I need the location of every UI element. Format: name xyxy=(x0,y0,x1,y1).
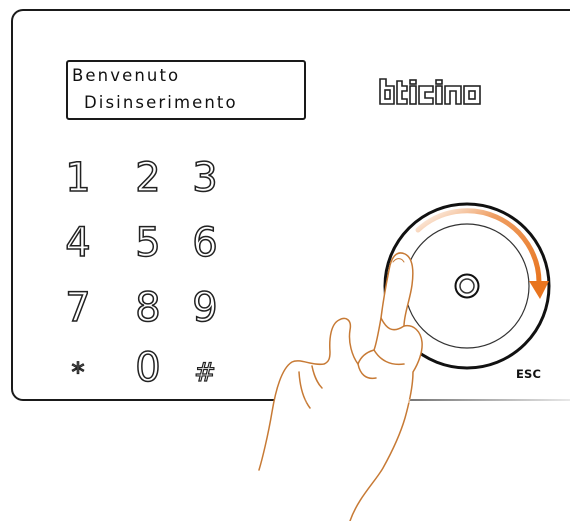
pointing-hand-icon xyxy=(258,252,423,521)
